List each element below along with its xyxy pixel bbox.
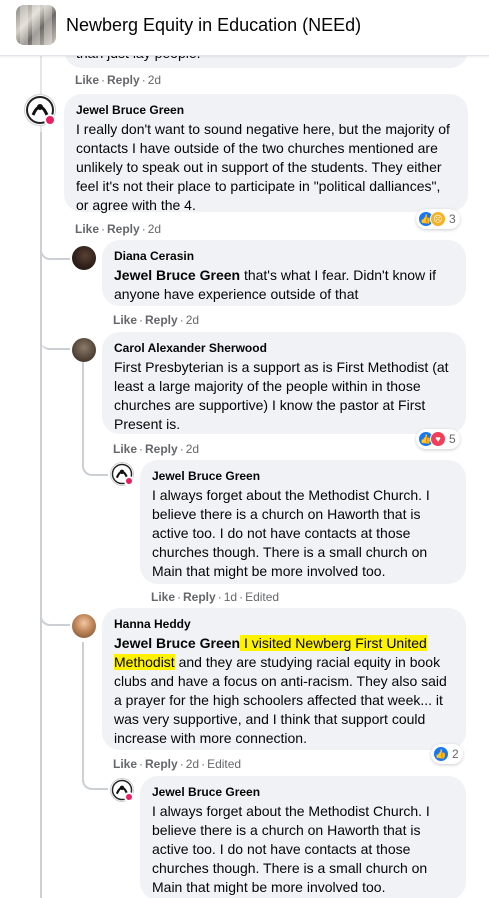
timestamp[interactable]: 2d	[148, 222, 161, 236]
group-title[interactable]: Newberg Equity in Education (NEEd)	[66, 15, 361, 36]
group-header: Newberg Equity in Education (NEEd)	[0, 0, 489, 56]
mention-link[interactable]: Jewel Bruce Green	[114, 635, 240, 651]
comment-actions: Like · Reply · 2d	[113, 442, 200, 456]
comment-author[interactable]: Carol Alexander Sherwood	[114, 340, 454, 356]
comment-text: I really don't want to sound negative he…	[76, 121, 450, 213]
timestamp[interactable]: 2d	[186, 442, 199, 456]
timestamp[interactable]: 1d	[224, 590, 237, 604]
edited-label: Edited	[245, 590, 280, 604]
reaction-count: 3	[449, 212, 456, 226]
highlighted-text: I visited Newberg First United	[240, 635, 427, 651]
sad-icon: ☹	[430, 211, 446, 227]
reply-button[interactable]: Reply	[145, 757, 178, 771]
comment-author[interactable]: Jewel Bruce Green	[152, 784, 454, 800]
like-icon: 👍	[433, 746, 449, 762]
comment-author[interactable]: Diana Cerasin	[114, 248, 454, 264]
comment-bubble: Carol Alexander Sherwood First Presbyter…	[102, 332, 466, 434]
reaction-summary[interactable]: 👍 ♥ 5	[416, 429, 460, 449]
comment-text: I always forget about the Methodist Chur…	[152, 487, 430, 579]
thread-elbow	[40, 260, 70, 350]
like-button[interactable]: Like	[75, 73, 99, 87]
edited-label: Edited	[207, 757, 242, 771]
comment-text: First Presbyterian is a support as is Fi…	[114, 359, 449, 432]
comment-actions: Like · Reply · 2d	[75, 73, 162, 87]
comment-bubble: Jewel Bruce Green I always forget about …	[140, 776, 466, 898]
reply-button[interactable]: Reply	[183, 590, 216, 604]
reply-button[interactable]: Reply	[107, 73, 140, 87]
reply-button[interactable]: Reply	[107, 222, 140, 236]
timestamp[interactable]: 2d	[186, 313, 199, 327]
reaction-count: 2	[452, 747, 459, 761]
thread-elbow	[82, 768, 108, 790]
comment-text: Jewel Bruce Green I visited Newberg Firs…	[114, 635, 447, 746]
comment-bubble: Hanna Heddy Jewel Bruce Green I visited …	[102, 608, 466, 750]
comment-bubble: Jewel Bruce Green I always forget about …	[140, 460, 466, 584]
reaction-summary[interactable]: 👍 2	[431, 744, 463, 764]
comment-author[interactable]: Jewel Bruce Green	[76, 102, 456, 118]
love-icon: ♥	[430, 431, 446, 447]
comment-bubble: Diana Cerasin Jewel Bruce Green that's w…	[102, 240, 466, 306]
reaction-summary[interactable]: 👍 ☹ 3	[416, 209, 460, 229]
comment-text: I always forget about the Methodist Chur…	[152, 803, 430, 895]
avatar[interactable]	[72, 614, 96, 638]
status-badge	[124, 792, 134, 802]
status-badge	[44, 114, 56, 126]
timestamp[interactable]: 2d	[148, 73, 161, 87]
comment-author[interactable]: Hanna Heddy	[114, 616, 454, 632]
group-thumbnail[interactable]	[16, 5, 56, 45]
reply-button[interactable]: Reply	[145, 313, 178, 327]
like-button[interactable]: Like	[113, 313, 137, 327]
comment-text: Jewel Bruce Green that's what I fear. Di…	[114, 267, 437, 302]
reply-button[interactable]: Reply	[145, 442, 178, 456]
comment-actions: Like · Reply · 1d · Edited	[151, 590, 280, 604]
like-button[interactable]: Like	[151, 590, 175, 604]
thread-elbow	[82, 452, 108, 476]
avatar[interactable]	[72, 338, 96, 362]
thread-elbow	[40, 590, 70, 626]
like-button[interactable]: Like	[113, 442, 137, 456]
comment-bubble: Jewel Bruce Green I really don't want to…	[64, 94, 468, 213]
comment-actions: Like · Reply · 2d	[75, 222, 162, 236]
comment-author[interactable]: Jewel Bruce Green	[152, 468, 454, 484]
reaction-count: 5	[449, 432, 456, 446]
avatar[interactable]	[72, 246, 96, 270]
mention-link[interactable]: Jewel Bruce Green	[114, 267, 240, 283]
comment-actions: Like · Reply · 2d · Edited	[113, 757, 242, 771]
like-button[interactable]: Like	[113, 757, 137, 771]
highlighted-text: Methodist	[114, 654, 175, 670]
comment-actions: Like · Reply · 2d	[113, 313, 200, 327]
status-badge	[124, 476, 134, 486]
thread-elbow	[40, 232, 70, 260]
thread-line	[82, 642, 84, 782]
like-button[interactable]: Like	[75, 222, 99, 236]
timestamp[interactable]: 2d	[186, 757, 199, 771]
